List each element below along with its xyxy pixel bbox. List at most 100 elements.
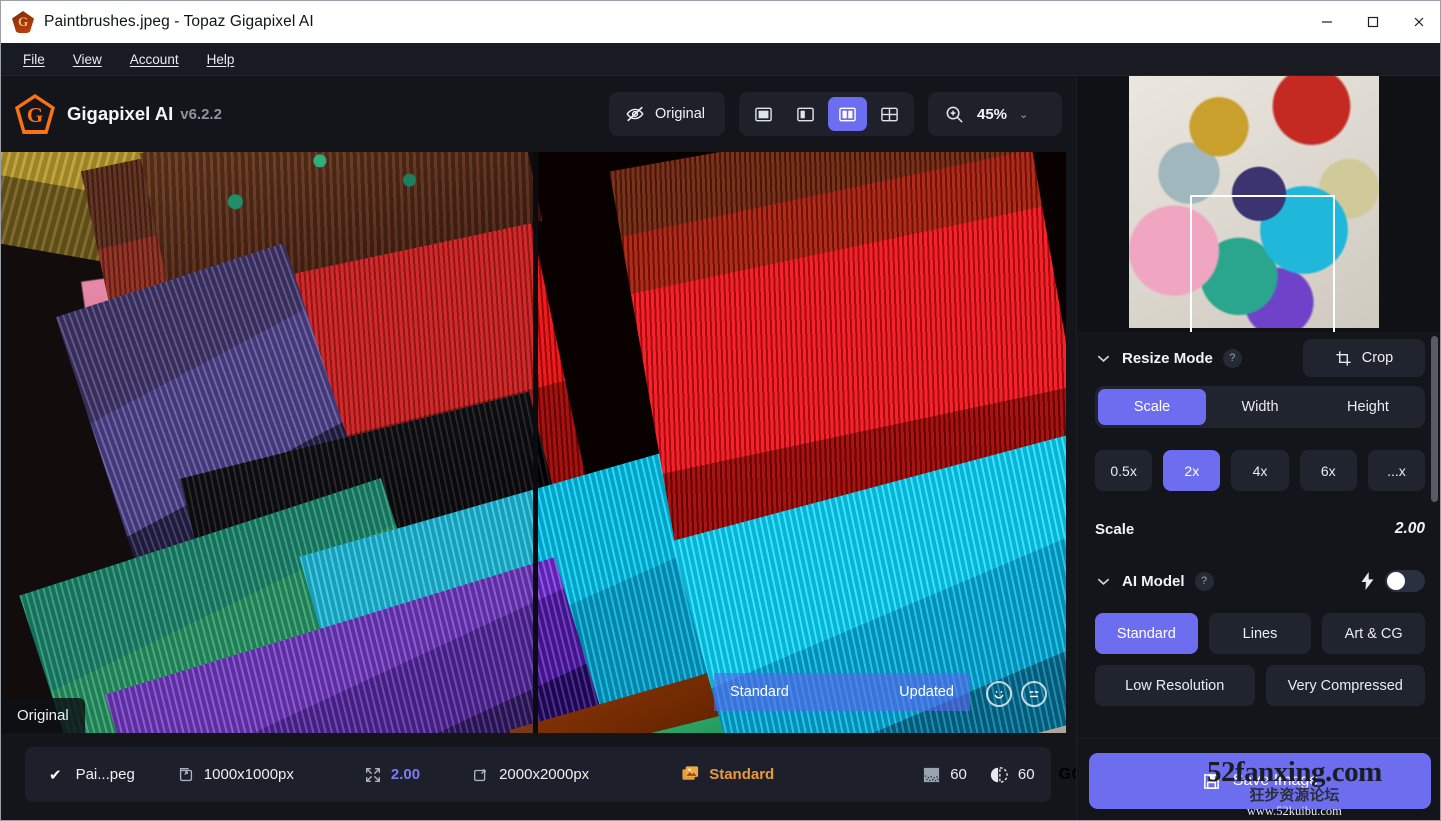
menu-bar: File View Account Help <box>1 43 1440 76</box>
blur-setting: 60 <box>989 766 1035 784</box>
panel-scrollbar-thumb[interactable] <box>1431 336 1438 502</box>
image-in-icon <box>177 766 195 784</box>
crop-icon <box>1335 350 1352 367</box>
menu-item-help[interactable]: Help <box>193 43 249 76</box>
settings-scroll-area[interactable]: Resize Mode ? Crop Scale Width Height 0.… <box>1077 332 1440 738</box>
model-label: Standard <box>709 766 775 783</box>
settings-panel: Resize Mode ? Crop Scale Width Height 0.… <box>1076 76 1440 820</box>
model-low-resolution[interactable]: Low Resolution <box>1095 665 1255 706</box>
zoom-control[interactable]: 45% ⌄ <box>928 92 1062 136</box>
picture-icon <box>681 765 700 784</box>
preset-4x[interactable]: 4x <box>1231 450 1289 491</box>
minimize-icon[interactable] <box>1304 1 1350 43</box>
resize-arrows-icon <box>364 766 382 784</box>
original-button-label: Original <box>655 106 705 122</box>
app-header: G Gigapixel AI v6.2.2 Original 45% ⌄ <box>1 76 1076 152</box>
model-very-compressed[interactable]: Very Compressed <box>1265 665 1425 706</box>
window-controls <box>1304 1 1440 43</box>
gigapixel-app-window: G Paintbrushes.jpeg - Topaz Gigapixel AI… <box>0 0 1441 821</box>
original-toggle-button[interactable]: Original <box>609 92 725 136</box>
processed-model-label: Standard <box>730 684 789 700</box>
navigator-preview[interactable] <box>1077 76 1440 332</box>
ai-model-options-row2: Low Resolution Very Compressed <box>1095 665 1425 706</box>
menu-item-account[interactable]: Account <box>116 43 193 76</box>
scale-presets: 0.5x 2x 4x 6x ...x <box>1095 450 1426 491</box>
original-pane-label: Original <box>1 698 85 733</box>
model-art-and-cg[interactable]: Art & CG <box>1322 613 1426 654</box>
split-pane-icon[interactable] <box>786 97 825 131</box>
menu-item-view[interactable]: View <box>59 43 116 76</box>
save-area: Save Image <box>1077 738 1440 820</box>
file-checkbox[interactable]: ✔ <box>49 766 62 784</box>
menu-label-view: View <box>72 51 102 67</box>
noise-value: 60 <box>950 766 967 783</box>
auto-model-control <box>1360 570 1425 592</box>
contrast-half-icon <box>989 766 1009 784</box>
scale-indicator: 2.00 <box>364 766 420 784</box>
output-dimensions: 2000x2000px <box>472 766 589 784</box>
image-out-icon <box>472 766 490 784</box>
ai-model-help-icon[interactable]: ? <box>1194 571 1214 591</box>
processed-image-pane[interactable] <box>538 152 1066 733</box>
preset-0.5x[interactable]: 0.5x <box>1095 450 1153 491</box>
zoom-level: 45% <box>977 105 1008 123</box>
model-indicator: Standard <box>681 765 774 784</box>
menu-label-help: Help <box>206 51 235 67</box>
tab-height[interactable]: Height <box>1314 389 1422 425</box>
resize-mode-help-icon[interactable]: ? <box>1222 348 1242 368</box>
scale-readout-label: Scale <box>1095 520 1135 538</box>
menu-item-file[interactable]: File <box>9 43 59 76</box>
crop-button-label: Crop <box>1361 350 1394 366</box>
close-icon[interactable] <box>1396 1 1440 43</box>
model-lines[interactable]: Lines <box>1208 613 1312 654</box>
brand: G Gigapixel AI v6.2.2 <box>15 94 222 134</box>
scale-readout-value[interactable]: 2.00 <box>1395 520 1425 538</box>
single-pane-icon[interactable] <box>744 97 783 131</box>
resize-mode-tabs: Scale Width Height <box>1095 386 1425 428</box>
original-image-pane[interactable] <box>1 152 533 733</box>
output-size-label: 2000x2000px <box>499 766 590 783</box>
resize-mode-title: Resize Mode <box>1122 349 1213 367</box>
save-disk-icon <box>1202 772 1221 791</box>
save-image-label: Save Image <box>1232 772 1319 789</box>
menu-label-file: File <box>23 51 45 67</box>
noise-grain-icon <box>922 766 941 784</box>
thumbs-happy-face-icon[interactable] <box>986 681 1012 707</box>
auto-model-toggle[interactable] <box>1385 570 1425 592</box>
preset-2x[interactable]: 2x <box>1163 450 1221 491</box>
zoom-in-icon[interactable] <box>944 104 965 125</box>
noise-setting: 60 <box>922 766 967 784</box>
scale-value: 2.00 <box>390 766 421 783</box>
chevron-down-icon[interactable]: ⌄ <box>1019 108 1028 121</box>
window-title: Paintbrushes.jpeg - Topaz Gigapixel AI <box>44 13 314 30</box>
preset-6x[interactable]: 6x <box>1299 450 1357 491</box>
crop-button[interactable]: Crop <box>1303 339 1425 377</box>
chevron-down-icon[interactable] <box>1095 573 1112 590</box>
file-name: Pai...peg <box>75 766 135 783</box>
scale-readout: Scale 2.00 <box>1095 517 1425 541</box>
model-standard[interactable]: Standard <box>1095 613 1198 654</box>
topaz-shield-icon: G <box>12 11 34 33</box>
maximize-icon[interactable] <box>1350 1 1396 43</box>
ai-model-section: AI Model ? Standard Lines Art & CG Low R… <box>1077 555 1440 706</box>
chevron-down-icon[interactable] <box>1095 350 1112 367</box>
brand-name: Gigapixel AI <box>67 103 174 124</box>
gigapixel-logo-icon: G <box>15 94 55 134</box>
image-comparison-canvas[interactable]: Original Standard Updated <box>1 152 1066 733</box>
file-row[interactable]: ✔ Pai...peg 1000x1000px 2.00 2000x2000px… <box>25 747 1170 802</box>
tab-scale[interactable]: Scale <box>1098 389 1206 425</box>
feedback-buttons <box>986 681 1047 707</box>
processed-status-overlay: Standard Updated <box>714 673 970 711</box>
toolbar: Original 45% ⌄ <box>609 92 1062 136</box>
tab-width[interactable]: Width <box>1206 389 1314 425</box>
resize-mode-section: Resize Mode ? Crop Scale Width Height 0.… <box>1077 332 1440 541</box>
save-image-button[interactable]: Save Image <box>1089 753 1431 809</box>
grid-pane-icon[interactable] <box>870 97 909 131</box>
resize-mode-header: Resize Mode ? Crop <box>1095 332 1425 384</box>
viewport-rectangle[interactable] <box>1190 195 1335 332</box>
ai-model-title: AI Model <box>1122 572 1185 590</box>
preset-custom[interactable]: ...x <box>1367 450 1426 491</box>
thumbs-neutral-face-icon[interactable] <box>1021 681 1047 707</box>
side-by-side-icon[interactable] <box>828 97 867 131</box>
ai-model-options-row1: Standard Lines Art & CG <box>1095 613 1426 654</box>
